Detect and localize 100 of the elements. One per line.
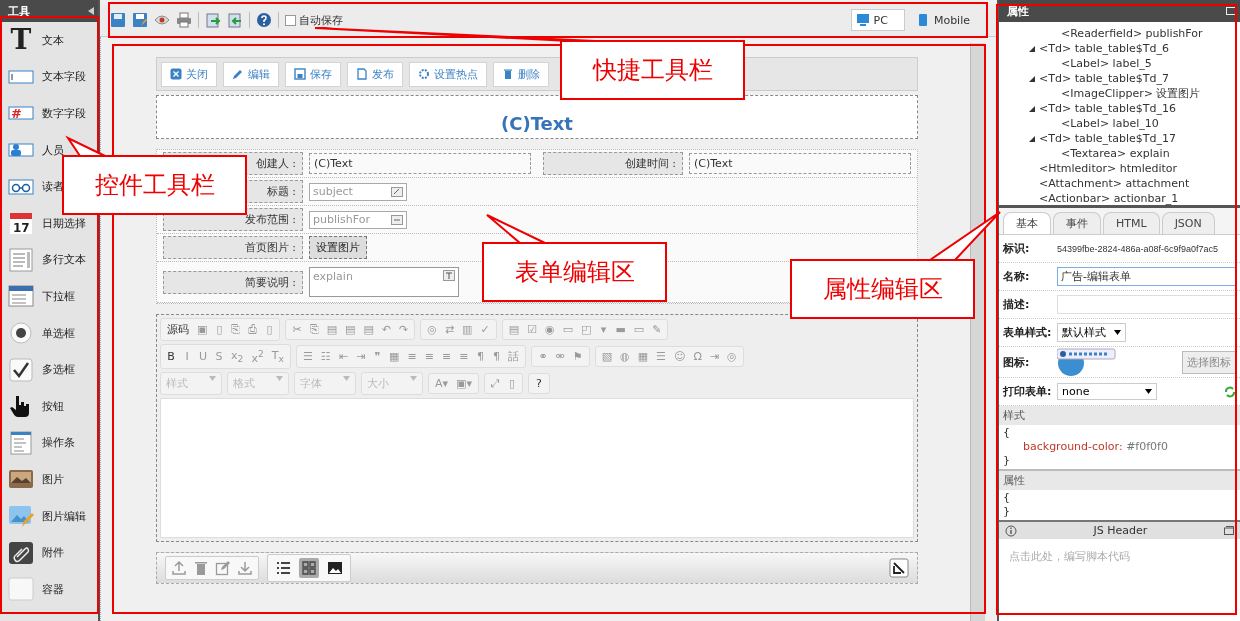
expander-icon[interactable] [1029,135,1035,142]
editor-tool-button[interactable]: ◎ [423,321,441,338]
window-icon[interactable] [1224,526,1234,535]
text-input[interactable] [1057,295,1236,314]
editor-tool-button[interactable]: ▤ [322,321,342,338]
view-mode-button[interactable] [299,557,319,578]
tree-node[interactable]: <ImageClipper> 设置图片 [1061,86,1201,101]
disk-pencil-icon[interactable] [132,12,148,28]
tool-item[interactable]: # 数字字段 [0,95,98,132]
editor-tool-button[interactable]: ▭ [629,321,649,338]
code-editor-placeholder[interactable]: 点击此处，编写脚本代码 [999,539,1240,574]
tool-item[interactable]: 文本字段 [0,58,98,96]
printer-icon[interactable] [176,12,192,28]
editor-tool-button[interactable]: ▦ [633,347,653,365]
editor-tool-button[interactable]: ▧ [597,347,617,365]
editor-tool-button[interactable]: ↶ [377,321,396,338]
editor-tool-button[interactable]: 話 [504,346,524,366]
editor-tool-button[interactable]: A▾ [431,374,453,392]
tree-node[interactable]: <Textarea> explain [1061,147,1170,160]
editor-tool-button[interactable]: ◎ [723,347,741,365]
editor-tool-button[interactable]: ▯ [211,321,228,338]
editor-tool-button[interactable]: ⚭ [534,347,552,365]
editor-tool-button[interactable]: ✎ [648,321,666,338]
tool-item[interactable]: 下拉框 [0,278,98,315]
editor-tool-button[interactable]: ☑ [523,321,541,338]
action-button[interactable]: 删除 [493,61,549,87]
action-button[interactable]: 发布 [347,61,403,87]
editor-tool-button[interactable]: ? [530,374,547,392]
editor-tool-button[interactable]: ☺ [670,347,690,365]
editor-tool-button[interactable]: ▣▾ [452,374,476,392]
expander-icon[interactable] [1029,105,1035,112]
tool-item[interactable]: 附件 [0,534,98,571]
editor-tool-button[interactable]: ✓ [476,321,494,338]
tree-node[interactable]: <Td> table_table$Td_7 [1039,72,1170,85]
tool-item[interactable]: 操作条 [0,424,98,462]
textarea-field[interactable]: explain [309,267,459,297]
shrink-icon[interactable] [889,557,909,578]
editor-tool-button[interactable]: ▤ [359,321,378,338]
editor-tool-button[interactable]: Ω [689,347,706,365]
tree-node[interactable]: <Label> label_5 [1061,57,1152,70]
editor-tool-button[interactable]: ▤ [504,321,524,338]
text-input[interactable]: 广告-编辑表单 [1057,267,1236,286]
editor-tool-button[interactable]: ▾ [595,321,612,338]
editor-tool-button[interactable]: ▭ [558,321,578,338]
view-toggle[interactable]: Mobile [910,9,987,31]
editor-tool-button[interactable]: ≡ [403,347,421,365]
editor-tool-button[interactable]: S [211,347,228,365]
expander-icon[interactable] [1029,45,1035,52]
tree-node[interactable]: <Td> table_table$Td_16 [1039,102,1177,115]
editor-tool-button[interactable]: T$_{x}$ [267,346,288,366]
editor-tool-button[interactable]: ¶ [488,347,505,365]
editor-tool-button[interactable]: ⚮ [551,347,569,365]
download-icon[interactable] [237,559,253,576]
editor-tool-button[interactable]: ▬ [611,321,630,338]
picker-field[interactable]: publishFor [309,210,407,229]
tab[interactable]: 基本 [1003,212,1051,234]
editor-tool-button[interactable]: ◉ [541,321,559,338]
editor-tool-button[interactable]: ◰ [577,321,596,338]
editor-tool-button[interactable]: ▤ [341,321,360,338]
view-toggle[interactable]: PC [850,9,905,31]
help-icon[interactable] [256,12,272,28]
editor-tool-button[interactable]: 源码 [163,320,193,339]
editor-tool-button[interactable]: ⎘ [305,321,323,338]
tab[interactable]: 事件 [1053,212,1101,234]
editor-tool-button[interactable]: ⇥ [351,347,370,365]
editor-tool-button[interactable]: B [163,347,179,365]
export-icon[interactable] [227,12,243,28]
tool-item[interactable]: 多选框 [0,351,98,388]
editor-tool-button[interactable]: x$^{2}$ [247,346,268,367]
eye-icon[interactable] [154,12,170,28]
editor-tool-button[interactable]: ◍ [616,347,634,365]
editor-tool-button[interactable]: ⚑ [568,347,587,365]
editor-tool-button[interactable]: ▦ [385,347,404,365]
tool-item[interactable]: 容器 [0,570,98,608]
editor-tool-button[interactable]: ⤢ [486,374,504,392]
editor-tool-button[interactable]: ¶ [472,347,489,365]
tree-node[interactable]: <Actionbar> actionbar_1 [1039,192,1179,205]
upload-icon[interactable] [171,559,187,576]
set-image-button[interactable]: 设置图片 [309,236,367,259]
editor-tool-button[interactable]: I [179,347,195,365]
tool-item[interactable]: 图片 [0,461,98,498]
action-button[interactable]: 关闭 [161,61,217,87]
tool-item[interactable]: 图片编辑 [0,497,98,535]
tab[interactable]: JSON [1161,212,1215,234]
editor-tool-button[interactable]: ⇥ [705,347,724,365]
editor-tool-button[interactable]: ↷ [395,321,413,338]
editor-tool-button[interactable]: ☰ [298,347,317,365]
editor-tool-button[interactable]: x$_{2}$ [227,346,248,366]
tool-item[interactable]: T 文本 [0,22,98,59]
refresh-icon[interactable] [1224,385,1236,398]
tab[interactable]: HTML [1103,212,1160,234]
editor-tool-button[interactable]: ≡ [437,347,456,365]
action-button[interactable]: 设置热点 [409,61,487,87]
autosave-checkbox[interactable]: 自动保存 [285,12,343,28]
editor-tool-button[interactable]: ⇤ [334,347,352,365]
tree-node[interactable]: <Td> table_table$Td_6 [1039,42,1170,55]
collapse-icon[interactable] [88,7,94,15]
trash-icon[interactable] [193,559,209,576]
tool-item[interactable]: 多行文本 [0,241,98,279]
editor-tool-button[interactable]: U [195,347,212,365]
